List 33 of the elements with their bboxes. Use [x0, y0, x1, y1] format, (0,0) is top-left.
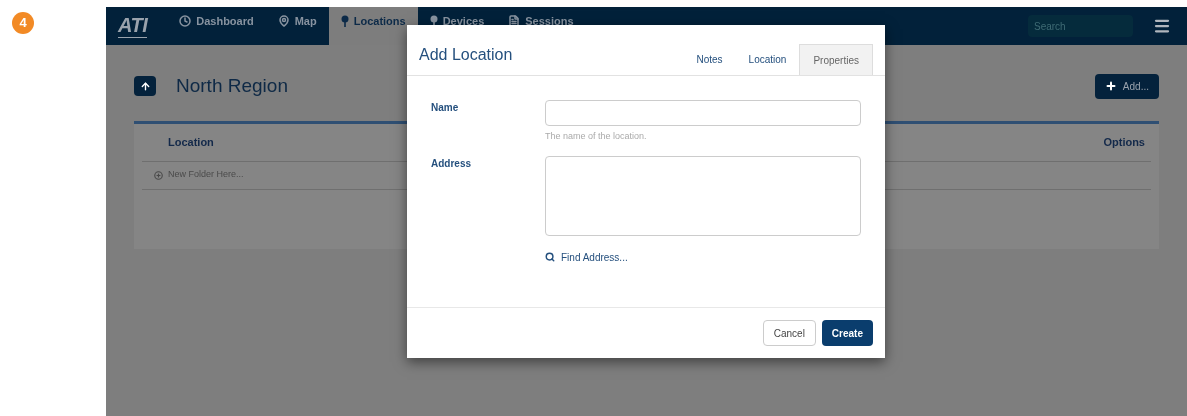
field-label: Address: [431, 156, 472, 171]
address-field[interactable]: [545, 155, 861, 236]
page-title: North Region: [176, 74, 288, 98]
field-label: Name: [431, 101, 460, 115]
create-button[interactable]: Create: [821, 320, 873, 346]
dialog-tab[interactable]: Properties: [799, 44, 873, 75]
nav-item[interactable]: Sessions: [496, 7, 586, 45]
step-badge: 4: [12, 12, 34, 34]
add-button[interactable]: Add...: [1094, 73, 1159, 99]
cancel-button[interactable]: Cancel: [762, 320, 816, 346]
dialog-title: Add Location: [419, 45, 513, 65]
document-icon: [508, 15, 521, 27]
pin-icon: [340, 15, 349, 27]
map-pin-icon: [277, 15, 290, 27]
find-address-link[interactable]: Find Address...: [561, 249, 628, 265]
help-text: The name of the location.: [545, 130, 648, 143]
nav-item[interactable]: Map: [265, 7, 329, 45]
nav-item[interactable]: Locations: [328, 7, 418, 45]
clock-icon: [179, 15, 192, 27]
column-header: Options: [1103, 134, 1145, 150]
nav-item[interactable]: Dashboard: [167, 7, 266, 45]
dialog-tab[interactable]: Location: [735, 44, 800, 75]
name-field[interactable]: [545, 100, 861, 126]
up-arrow-icon: [139, 80, 151, 92]
logo: ATI: [118, 14, 148, 38]
column-header: Location: [168, 134, 214, 150]
search-icon: [545, 252, 555, 262]
add-circle-icon: [154, 170, 163, 180]
dialog-tab[interactable]: Notes: [683, 44, 736, 75]
plus-icon: [1104, 80, 1117, 93]
search-field[interactable]: Search: [1028, 15, 1133, 37]
menu-icon[interactable]: [1153, 17, 1171, 35]
up-button[interactable]: [134, 76, 156, 97]
